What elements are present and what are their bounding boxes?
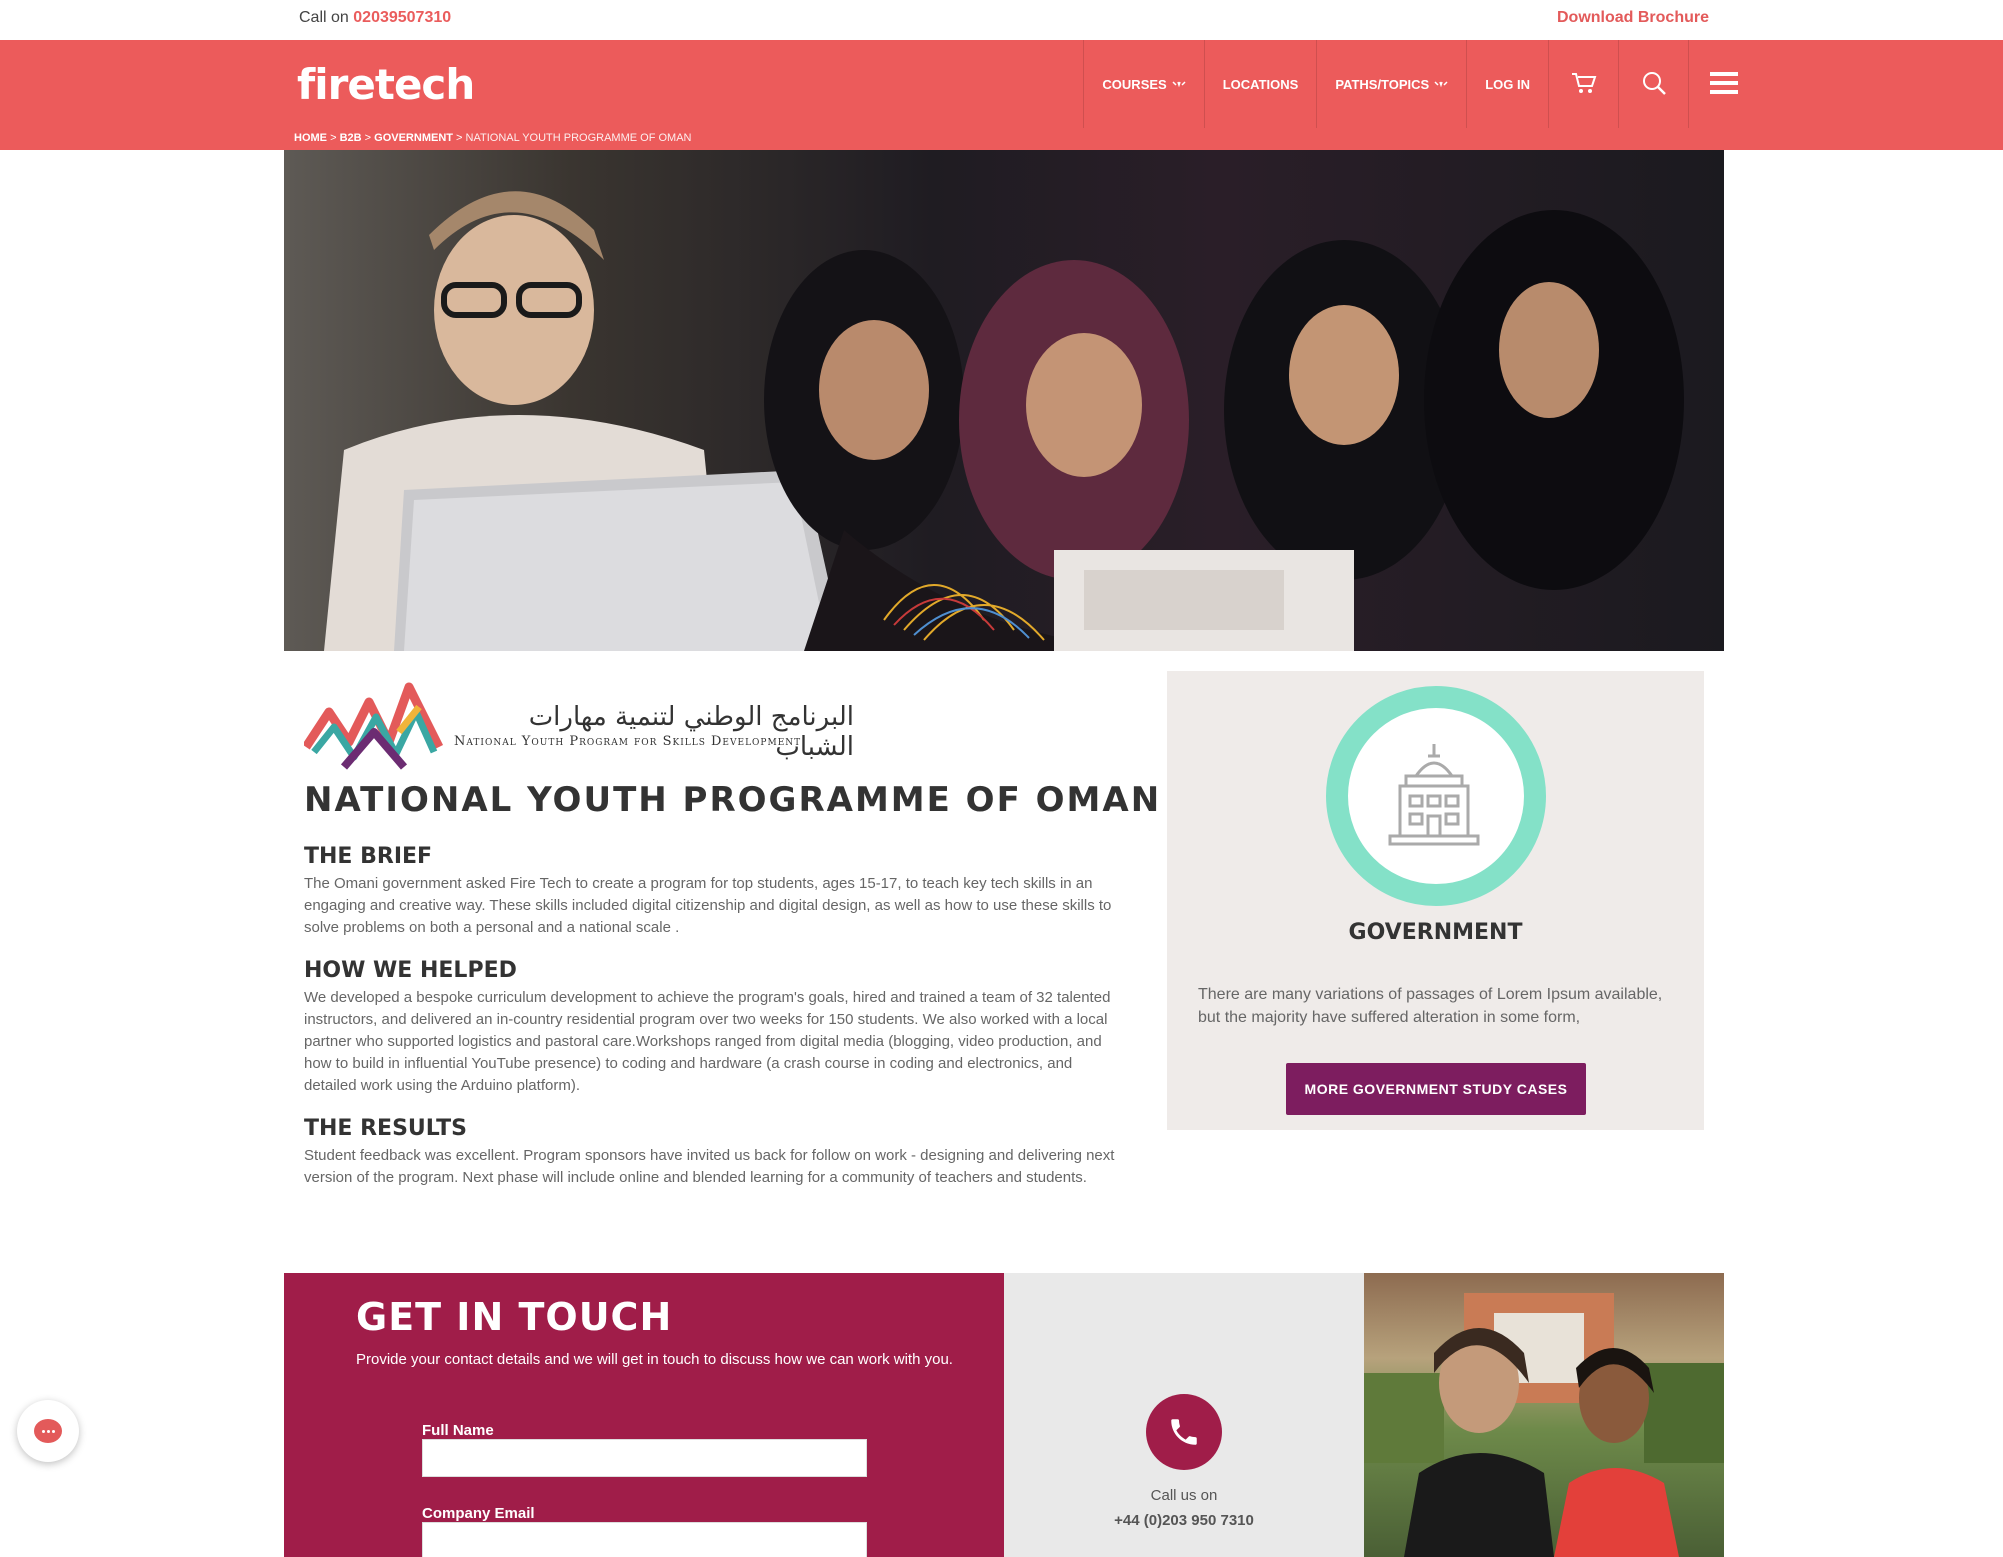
nav-locations[interactable]: LOCATIONS [1203, 40, 1317, 128]
nav-login-label: LOG IN [1485, 76, 1530, 92]
call-number-link[interactable]: 02039507310 [353, 9, 451, 26]
breadcrumb-government[interactable]: GOVERNMENT [374, 132, 453, 144]
breadcrumb-separator: > [456, 132, 463, 144]
results-text: Student feedback was excellent. Program … [304, 1147, 1115, 1186]
get-in-touch-heading: GET IN TOUCH [356, 1295, 673, 1339]
breadcrumb-separator: > [330, 132, 337, 144]
breadcrumb-separator: > [364, 132, 372, 144]
breadcrumb-current: NATIONAL YOUTH PROGRAMME OF OMAN [465, 132, 692, 144]
hamburger-menu-icon [1709, 71, 1738, 97]
nav-paths-topics[interactable]: PATHS/TOPICS [1316, 40, 1466, 128]
top-bar: Call on 02039507310 Download Brochure [0, 0, 2003, 40]
hero-photo-illustration [324, 191, 1684, 651]
sector-card: GOVERNMENT There are many variations of … [1167, 671, 1704, 1130]
programme-logo-mark [302, 682, 444, 770]
brief-heading: THE BRIEF [304, 844, 433, 869]
hero-image [284, 150, 1724, 651]
sector-card-title: GOVERNMENT [1348, 920, 1523, 945]
call-prefix: Call on [299, 9, 349, 26]
national-youth-program-logo: البرنامج الوطني لتنمية مهارات الشباب Nat… [302, 672, 854, 772]
brief-section: THE BRIEF The Omani government asked Fir… [304, 844, 1124, 939]
company-email-label: Company Email [422, 1505, 535, 1522]
breadcrumb-home[interactable]: HOME [294, 132, 327, 144]
search-icon [1641, 70, 1667, 99]
students-photo [1364, 1273, 1724, 1557]
call-us-panel: Call us on +44 (0)203 950 7310 [1004, 1273, 1364, 1557]
menu-button[interactable] [1688, 40, 1758, 128]
government-building-icon [1388, 744, 1480, 846]
nav-locations-label: LOCATIONS [1222, 76, 1299, 92]
full-name-field[interactable] [422, 1439, 867, 1477]
how-we-helped-heading: HOW WE HELPED [304, 958, 517, 983]
call-us-label: Call us on [1150, 1487, 1218, 1504]
call-us-number[interactable]: +44 (0)203 950 7310 [1004, 1512, 1364, 1529]
results-section: THE RESULTS Student feedback was excelle… [304, 1116, 1124, 1189]
search-button[interactable] [1618, 40, 1688, 128]
breadcrumb: HOME > B2B > GOVERNMENT > NATIONAL YOUTH… [294, 132, 691, 144]
programme-logo-arabic: البرنامج الوطني لتنمية مهارات الشباب [528, 702, 854, 762]
government-icon-circle [1326, 686, 1546, 906]
nav-login[interactable]: LOG IN [1466, 40, 1548, 128]
site-header: firetech COURSES LOCATIONS PATHS/TOPICS … [0, 40, 2003, 150]
how-we-helped-text: We developed a bespoke curriculum develo… [304, 989, 1111, 1094]
how-we-helped-section: HOW WE HELPED We developed a bespoke cur… [304, 958, 1124, 1097]
cart-icon [1571, 71, 1597, 98]
nav-courses[interactable]: COURSES [1083, 40, 1203, 128]
nav-paths-label: PATHS/TOPICS [1335, 76, 1430, 92]
phone-icon [1171, 1419, 1197, 1445]
firetech-logo[interactable]: firetech [297, 60, 475, 109]
more-government-study-cases-button[interactable]: MORE GOVERNMENT STUDY CASES [1286, 1063, 1586, 1115]
company-email-field[interactable] [422, 1522, 867, 1557]
chat-bubble-icon [34, 1419, 62, 1443]
call-button[interactable] [1146, 1394, 1222, 1470]
students-photo-illustration [1364, 1293, 1724, 1557]
nav-courses-label: COURSES [1102, 76, 1167, 92]
brief-text: The Omani government asked Fire Tech to … [304, 875, 1112, 936]
call-info: Call on 02039507310 [299, 9, 451, 27]
chat-widget-button[interactable] [17, 1400, 79, 1462]
chevron-down-icon [1172, 77, 1186, 92]
cart-button[interactable] [1548, 40, 1618, 128]
page-title: NATIONAL YOUTH PROGRAMME OF OMAN [304, 780, 1162, 820]
get-in-touch-form: GET IN TOUCH Provide your contact detail… [284, 1273, 1004, 1557]
main-nav: COURSES LOCATIONS PATHS/TOPICS LOG IN [1083, 40, 2003, 128]
chevron-down-icon [1434, 77, 1448, 92]
programme-logo-english: National Youth Program for Skills Develo… [454, 734, 802, 749]
full-name-label: Full Name [422, 1422, 494, 1439]
breadcrumb-b2b[interactable]: B2B [340, 132, 362, 144]
get-in-touch-intro: Provide your contact details and we will… [356, 1351, 953, 1368]
results-heading: THE RESULTS [304, 1116, 468, 1141]
sector-card-text: There are many variations of passages of… [1198, 986, 1663, 1026]
download-brochure-link[interactable]: Download Brochure [1557, 9, 1709, 27]
